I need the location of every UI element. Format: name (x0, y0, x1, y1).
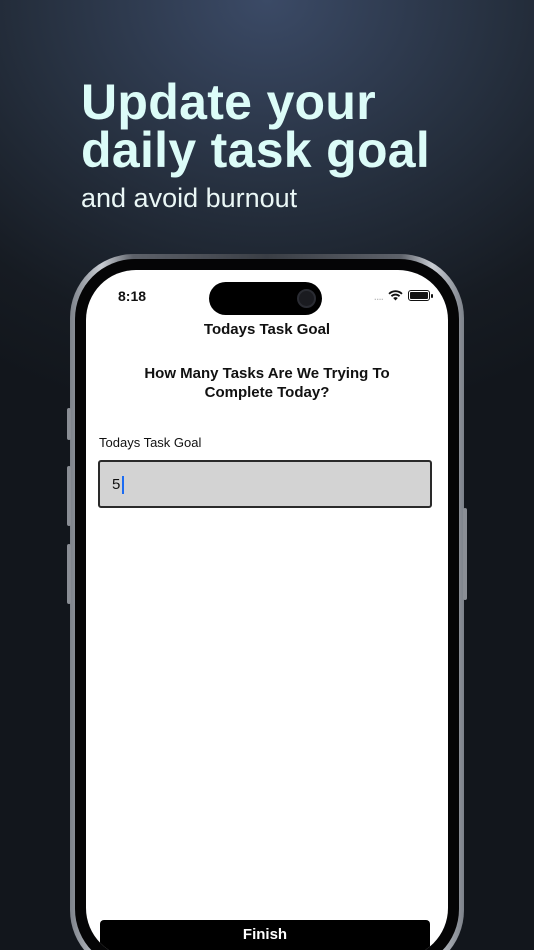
status-time: 8:18 (118, 288, 147, 304)
phone-screen: 8:18 .... Todays Task Goal How Many Task… (86, 270, 448, 950)
text-caret (122, 476, 124, 494)
side-button-power (463, 508, 467, 600)
nav-title: Todays Task Goal (203, 321, 331, 338)
promo-subline: and avoid burnout (81, 183, 298, 213)
promo-headline: Update your daily task goal (81, 74, 521, 178)
side-button-volume-down (67, 544, 71, 604)
camera-icon (297, 289, 316, 308)
goal-question: How Many Tasks Are We Trying To Complete… (144, 365, 390, 401)
task-goal-input[interactable] (100, 462, 430, 506)
phone-bezel: 8:18 .... Todays Task Goal How Many Task… (75, 259, 459, 950)
task-goal-field[interactable] (98, 460, 432, 508)
battery-icon (408, 290, 433, 301)
finish-button[interactable]: Finish (100, 920, 430, 950)
battery-level (410, 292, 428, 299)
promo-headline-line2: daily task goal (81, 122, 431, 178)
phone-frame: 8:18 .... Todays Task Goal How Many Task… (70, 254, 464, 950)
promo-headline-line1: Update your (81, 74, 376, 130)
side-button-silent (67, 408, 71, 440)
wifi-icon (388, 290, 403, 301)
side-button-volume-up (67, 466, 71, 526)
status-icons: .... (373, 288, 433, 303)
task-goal-label: Todays Task Goal (99, 435, 202, 450)
dynamic-island (209, 282, 322, 315)
signal-icon: .... (373, 288, 384, 303)
